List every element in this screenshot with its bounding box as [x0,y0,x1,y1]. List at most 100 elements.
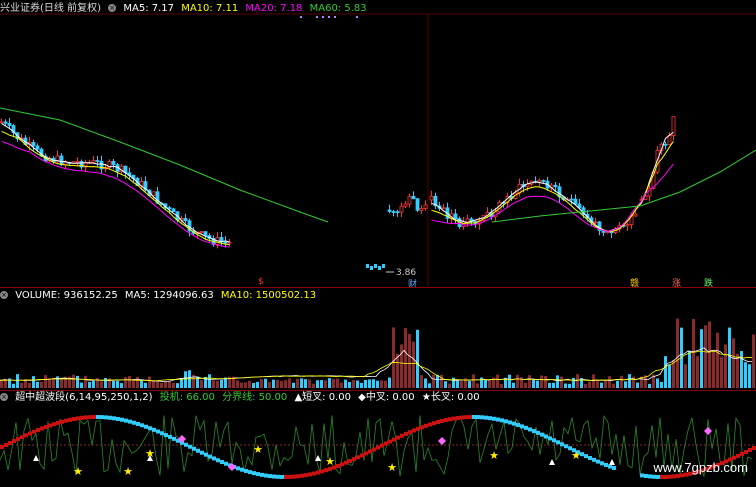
volume-bar [244,382,247,388]
wave-step [508,420,512,425]
close-icon[interactable]: × [0,393,8,401]
wave-step [20,435,24,440]
wave-step [512,421,516,426]
volume-bar [500,383,503,388]
candle-body [593,221,598,224]
candle-body [423,204,428,209]
volume-bar [372,379,375,388]
price-chart[interactable] [0,0,756,286]
volume-bar [252,382,255,388]
wave-step [152,427,156,432]
wave-step [76,416,80,421]
volume-header: × VOLUME: 936152.25 MA5: 1294096.63 MA10… [0,289,320,303]
volume-bar [376,380,379,388]
volume-bar [40,381,43,388]
wave-step [352,457,356,462]
volume-bar [220,379,223,388]
wave-step [500,418,504,423]
wave-step [72,417,76,422]
wave-step [488,416,492,421]
wave-step [68,417,72,422]
volume-bar [424,378,427,388]
volume-chart[interactable] [0,302,756,390]
signal-dot [300,16,302,18]
wave-step [336,463,340,468]
volume-bar [16,374,19,388]
volume-bar [744,362,747,388]
volume-bar [456,380,459,388]
wave-step [528,427,532,432]
long-cross-marker: ★ [387,461,397,474]
candle-body [223,241,228,244]
volume-bar [740,351,743,388]
wave-step [24,433,28,438]
short-cross-marker [33,455,39,461]
candle-body [411,195,416,200]
wave-step [0,445,4,449]
candle-body [374,264,377,268]
volume-bar [340,382,343,388]
volume-bar [624,381,627,388]
wave-step [476,415,480,420]
volume-bar [684,364,687,388]
volume-bar [0,379,3,388]
volume-bar [628,374,631,388]
wave-step [424,423,428,428]
volume-bar [320,380,323,388]
wave-step [12,439,16,444]
volume-bar [208,374,211,388]
volume-bar [176,383,179,388]
candle-body [151,191,156,196]
volume-bar [512,382,515,388]
volume-bar [488,379,491,388]
wave-step [60,419,64,424]
wave-step [200,450,204,455]
wave-step [316,470,320,475]
wave-step [600,461,604,466]
wave-step [104,415,108,420]
wave-step [252,471,256,476]
wave-step [84,415,88,420]
volume-bar [588,381,591,388]
marker-finance: 财 [408,280,418,290]
candle-body [111,160,116,166]
wave-step [552,438,556,443]
close-icon[interactable]: × [0,291,8,299]
candle-body [419,208,424,211]
volume-bar [592,374,595,388]
watermark: www.7gpzb.com [653,460,748,475]
wave-chart[interactable]: ★ ★ ★ ★ ★ ★ ★ ★ [0,405,756,487]
wave-step [288,474,292,479]
candle-body [75,161,80,163]
long-cross-marker: ★ [325,455,335,468]
volume-bar [708,321,711,388]
volume-bar [164,382,167,388]
wave-step [420,425,424,430]
volume-bar [608,376,611,388]
wave-step [204,452,208,457]
wave-step [308,472,312,477]
volume-bar [436,374,439,388]
wave-step [208,454,212,459]
long-cross-marker: ★ [73,465,83,478]
wave-step [380,443,384,448]
volume-bar [260,379,263,388]
wave-step [168,434,172,439]
candle-body [537,180,542,183]
wave-step [188,444,192,449]
short-cross-marker [549,459,555,465]
volume-bar [12,383,15,388]
wave-step [224,461,228,466]
volume-bar [548,382,551,388]
wave-step [596,459,600,464]
volume-bar [704,325,707,388]
wave-step [52,422,56,427]
wave-step [344,460,348,465]
wave-step [540,432,544,437]
volume-bar [156,381,159,388]
long-cross-marker: ★ [123,465,133,478]
wave-step [564,444,568,449]
candle-body [605,231,610,234]
volume-bar [272,379,275,388]
candle-body [573,198,578,205]
